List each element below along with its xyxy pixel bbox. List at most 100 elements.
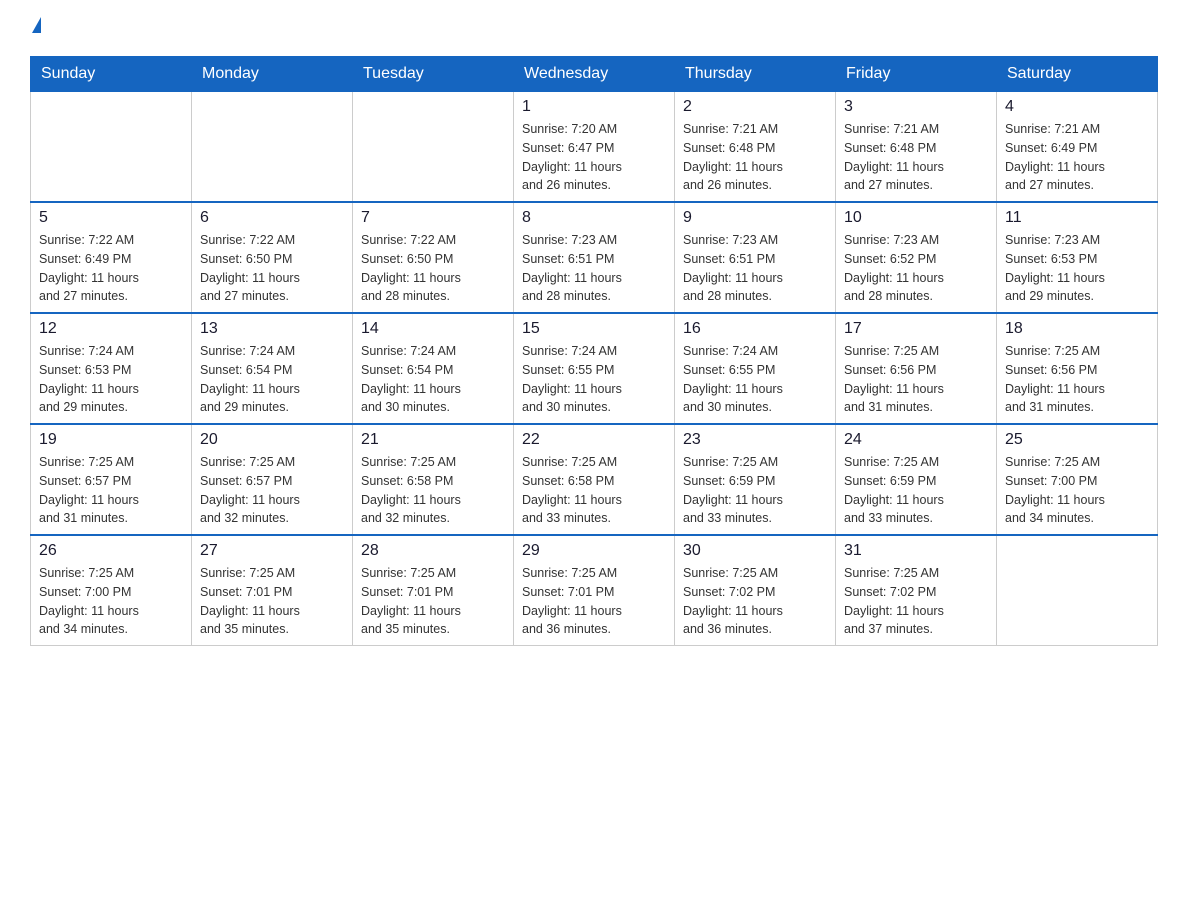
- day-info: Sunrise: 7:20 AM Sunset: 6:47 PM Dayligh…: [522, 120, 666, 195]
- day-info: Sunrise: 7:25 AM Sunset: 6:56 PM Dayligh…: [844, 342, 988, 417]
- day-number: 5: [39, 209, 183, 227]
- calendar-week-5: 26 Sunrise: 7:25 AM Sunset: 7:00 PM Dayli…: [31, 535, 1158, 646]
- day-number: 6: [200, 209, 344, 227]
- day-info: Sunrise: 7:23 AM Sunset: 6:51 PM Dayligh…: [683, 231, 827, 306]
- calendar-cell: 26 Sunrise: 7:25 AM Sunset: 7:00 PM Dayli…: [31, 535, 192, 646]
- calendar-cell: 3 Sunrise: 7:21 AM Sunset: 6:48 PM Daylig…: [836, 92, 997, 203]
- day-info: Sunrise: 7:25 AM Sunset: 6:58 PM Dayligh…: [361, 453, 505, 528]
- day-number: 18: [1005, 320, 1149, 338]
- day-info: Sunrise: 7:25 AM Sunset: 6:58 PM Dayligh…: [522, 453, 666, 528]
- day-info: Sunrise: 7:24 AM Sunset: 6:53 PM Dayligh…: [39, 342, 183, 417]
- weekday-header-row: SundayMondayTuesdayWednesdayThursdayFrid…: [31, 57, 1158, 92]
- calendar-table: SundayMondayTuesdayWednesdayThursdayFrid…: [30, 56, 1158, 646]
- logo: [30, 20, 41, 36]
- day-number: 19: [39, 431, 183, 449]
- day-number: 20: [200, 431, 344, 449]
- page-header: [30, 20, 1158, 36]
- day-info: Sunrise: 7:22 AM Sunset: 6:50 PM Dayligh…: [200, 231, 344, 306]
- calendar-cell: 7 Sunrise: 7:22 AM Sunset: 6:50 PM Daylig…: [353, 202, 514, 313]
- day-number: 12: [39, 320, 183, 338]
- calendar-cell: [192, 92, 353, 203]
- day-info: Sunrise: 7:22 AM Sunset: 6:50 PM Dayligh…: [361, 231, 505, 306]
- day-info: Sunrise: 7:23 AM Sunset: 6:53 PM Dayligh…: [1005, 231, 1149, 306]
- calendar-cell: 1 Sunrise: 7:20 AM Sunset: 6:47 PM Daylig…: [514, 92, 675, 203]
- day-number: 3: [844, 98, 988, 116]
- day-number: 21: [361, 431, 505, 449]
- day-info: Sunrise: 7:21 AM Sunset: 6:48 PM Dayligh…: [844, 120, 988, 195]
- day-info: Sunrise: 7:25 AM Sunset: 6:57 PM Dayligh…: [200, 453, 344, 528]
- calendar-week-4: 19 Sunrise: 7:25 AM Sunset: 6:57 PM Dayli…: [31, 424, 1158, 535]
- day-info: Sunrise: 7:25 AM Sunset: 7:02 PM Dayligh…: [844, 564, 988, 639]
- day-number: 22: [522, 431, 666, 449]
- day-number: 11: [1005, 209, 1149, 227]
- calendar-week-2: 5 Sunrise: 7:22 AM Sunset: 6:49 PM Daylig…: [31, 202, 1158, 313]
- day-info: Sunrise: 7:23 AM Sunset: 6:52 PM Dayligh…: [844, 231, 988, 306]
- calendar-cell: 9 Sunrise: 7:23 AM Sunset: 6:51 PM Daylig…: [675, 202, 836, 313]
- calendar-cell: 21 Sunrise: 7:25 AM Sunset: 6:58 PM Dayli…: [353, 424, 514, 535]
- day-number: 29: [522, 542, 666, 560]
- day-number: 10: [844, 209, 988, 227]
- day-info: Sunrise: 7:25 AM Sunset: 6:59 PM Dayligh…: [844, 453, 988, 528]
- weekday-header-friday: Friday: [836, 57, 997, 92]
- calendar-cell: 8 Sunrise: 7:23 AM Sunset: 6:51 PM Daylig…: [514, 202, 675, 313]
- calendar-cell: 11 Sunrise: 7:23 AM Sunset: 6:53 PM Dayli…: [997, 202, 1158, 313]
- calendar-cell: 18 Sunrise: 7:25 AM Sunset: 6:56 PM Dayli…: [997, 313, 1158, 424]
- calendar-cell: 30Sunrise: 7:25 AM Sunset: 7:02 PM Dayli…: [675, 535, 836, 646]
- logo-triangle-icon: [32, 17, 41, 33]
- day-number: 23: [683, 431, 827, 449]
- calendar-cell: 17 Sunrise: 7:25 AM Sunset: 6:56 PM Dayli…: [836, 313, 997, 424]
- calendar-cell: 19 Sunrise: 7:25 AM Sunset: 6:57 PM Dayli…: [31, 424, 192, 535]
- day-info: Sunrise: 7:25 AM Sunset: 7:01 PM Dayligh…: [200, 564, 344, 639]
- day-number: 8: [522, 209, 666, 227]
- day-number: 9: [683, 209, 827, 227]
- calendar-cell: 14 Sunrise: 7:24 AM Sunset: 6:54 PM Dayli…: [353, 313, 514, 424]
- day-info: Sunrise: 7:25 AM Sunset: 7:00 PM Dayligh…: [1005, 453, 1149, 528]
- day-number: 16: [683, 320, 827, 338]
- day-info: Sunrise: 7:23 AM Sunset: 6:51 PM Dayligh…: [522, 231, 666, 306]
- calendar-cell: 6 Sunrise: 7:22 AM Sunset: 6:50 PM Daylig…: [192, 202, 353, 313]
- day-number: 30: [683, 542, 827, 560]
- calendar-cell: 25 Sunrise: 7:25 AM Sunset: 7:00 PM Dayli…: [997, 424, 1158, 535]
- day-number: 14: [361, 320, 505, 338]
- calendar-cell: [997, 535, 1158, 646]
- day-number: 1: [522, 98, 666, 116]
- day-info: Sunrise: 7:25 AM Sunset: 6:56 PM Dayligh…: [1005, 342, 1149, 417]
- day-number: 4: [1005, 98, 1149, 116]
- weekday-header-sunday: Sunday: [31, 57, 192, 92]
- day-info: Sunrise: 7:24 AM Sunset: 6:54 PM Dayligh…: [361, 342, 505, 417]
- calendar-week-1: 1 Sunrise: 7:20 AM Sunset: 6:47 PM Daylig…: [31, 92, 1158, 203]
- day-number: 25: [1005, 431, 1149, 449]
- day-info: Sunrise: 7:21 AM Sunset: 6:49 PM Dayligh…: [1005, 120, 1149, 195]
- weekday-header-wednesday: Wednesday: [514, 57, 675, 92]
- calendar-cell: 15 Sunrise: 7:24 AM Sunset: 6:55 PM Dayli…: [514, 313, 675, 424]
- day-number: 28: [361, 542, 505, 560]
- day-info: Sunrise: 7:24 AM Sunset: 6:55 PM Dayligh…: [522, 342, 666, 417]
- day-number: 17: [844, 320, 988, 338]
- day-info: Sunrise: 7:24 AM Sunset: 6:54 PM Dayligh…: [200, 342, 344, 417]
- day-info: Sunrise: 7:24 AM Sunset: 6:55 PM Dayligh…: [683, 342, 827, 417]
- day-number: 24: [844, 431, 988, 449]
- day-info: Sunrise: 7:25 AM Sunset: 7:00 PM Dayligh…: [39, 564, 183, 639]
- calendar-cell: 23Sunrise: 7:25 AM Sunset: 6:59 PM Dayli…: [675, 424, 836, 535]
- calendar-cell: 4 Sunrise: 7:21 AM Sunset: 6:49 PM Daylig…: [997, 92, 1158, 203]
- calendar-cell: [353, 92, 514, 203]
- weekday-header-monday: Monday: [192, 57, 353, 92]
- day-info: Sunrise: 7:25 AM Sunset: 6:57 PM Dayligh…: [39, 453, 183, 528]
- day-number: 15: [522, 320, 666, 338]
- day-number: 13: [200, 320, 344, 338]
- calendar-body: 1 Sunrise: 7:20 AM Sunset: 6:47 PM Daylig…: [31, 92, 1158, 646]
- calendar-cell: 24 Sunrise: 7:25 AM Sunset: 6:59 PM Dayli…: [836, 424, 997, 535]
- calendar-cell: 27Sunrise: 7:25 AM Sunset: 7:01 PM Dayli…: [192, 535, 353, 646]
- day-number: 26: [39, 542, 183, 560]
- calendar-cell: 16 Sunrise: 7:24 AM Sunset: 6:55 PM Dayli…: [675, 313, 836, 424]
- calendar-cell: 31 Sunrise: 7:25 AM Sunset: 7:02 PM Dayli…: [836, 535, 997, 646]
- day-info: Sunrise: 7:22 AM Sunset: 6:49 PM Dayligh…: [39, 231, 183, 306]
- day-number: 2: [683, 98, 827, 116]
- day-info: Sunrise: 7:25 AM Sunset: 7:01 PM Dayligh…: [361, 564, 505, 639]
- calendar-cell: 28 Sunrise: 7:25 AM Sunset: 7:01 PM Dayli…: [353, 535, 514, 646]
- day-info: Sunrise: 7:25 AM Sunset: 7:01 PM Dayligh…: [522, 564, 666, 639]
- day-number: 31: [844, 542, 988, 560]
- calendar-header: SundayMondayTuesdayWednesdayThursdayFrid…: [31, 57, 1158, 92]
- calendar-cell: 12 Sunrise: 7:24 AM Sunset: 6:53 PM Dayli…: [31, 313, 192, 424]
- day-number: 7: [361, 209, 505, 227]
